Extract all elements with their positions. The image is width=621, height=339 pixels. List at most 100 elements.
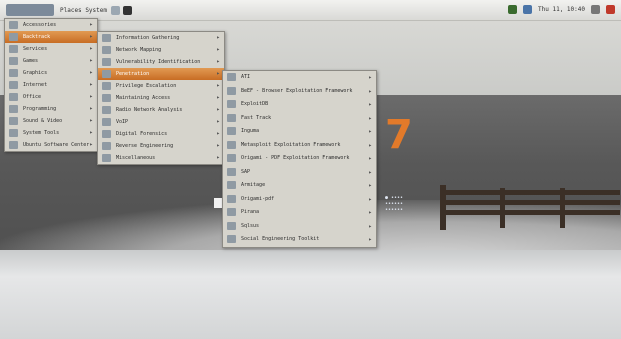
chevron-right-icon: ▸ — [216, 142, 220, 149]
backtrack-menu-item[interactable]: Radio Network Analysis ▸ — [98, 104, 224, 116]
backtrack-menu-item[interactable]: Digital Forensics ▸ — [98, 128, 224, 140]
chevron-right-icon: ▸ — [89, 69, 93, 76]
system-tray: Thu 11, 10:40 — [508, 5, 615, 14]
menu-item-label: Sqlsus — [241, 222, 260, 229]
backtrack-menu-item[interactable]: Penetration ▸ — [98, 68, 224, 80]
menu-item-icon — [227, 154, 236, 162]
chevron-right-icon: ▸ — [216, 34, 220, 41]
apps-menu-item[interactable]: Backtrack ▸ — [5, 31, 97, 43]
menu-item-label: Origami-pdf — [241, 195, 275, 202]
places-menu[interactable]: Places — [60, 7, 82, 14]
penetration-menu-item[interactable]: Origami - PDF Exploitation Framework ▸ — [223, 152, 376, 166]
chevron-right-icon: ▸ — [216, 118, 220, 125]
backtrack-menu-item[interactable]: VoIP ▸ — [98, 116, 224, 128]
backtrack-menu-item[interactable]: Miscellaneous ▸ — [98, 152, 224, 164]
apps-menu-item[interactable]: Accessories ▸ — [5, 19, 97, 31]
apps-menu-item[interactable]: Graphics ▸ — [5, 67, 97, 79]
chevron-right-icon: ▸ — [368, 168, 372, 176]
launcher-icon[interactable] — [110, 6, 120, 15]
apps-menu-item[interactable]: System Tools ▸ — [5, 127, 97, 139]
menu-item-label: Ubuntu Software Center — [23, 142, 90, 148]
penetration-menu-item[interactable]: ExploitDB ▸ — [223, 98, 376, 112]
apps-menu-item[interactable]: Sound & Video ▸ — [5, 115, 97, 127]
chevron-right-icon: ▸ — [89, 33, 93, 40]
menu-item-icon — [102, 142, 111, 150]
penetration-menu-item[interactable]: ATI ▸ — [223, 71, 376, 85]
chevron-right-icon: ▸ — [216, 58, 220, 65]
menu-item-icon — [102, 70, 111, 78]
menu-item-label: VoIP — [116, 119, 129, 125]
terminal-icon[interactable] — [123, 6, 133, 15]
menu-item-icon — [102, 130, 111, 138]
menu-item-label: ExploitDB — [241, 101, 269, 107]
menu-item-icon — [9, 21, 18, 29]
backtrack-menu-item[interactable]: Privilege Escalation ▸ — [98, 80, 224, 92]
chevron-right-icon: ▸ — [216, 82, 220, 89]
chevron-right-icon: ▸ — [368, 74, 372, 81]
menu-item-label: Origami - PDF Exploitation Framework — [241, 155, 350, 161]
chevron-right-icon: ▸ — [368, 182, 372, 189]
volume-icon[interactable] — [591, 5, 600, 14]
menu-item-label: Programming — [23, 106, 57, 112]
backtrack-menu-item[interactable]: Vulnerability Identification ▸ — [98, 56, 224, 68]
battery-icon[interactable] — [523, 5, 533, 14]
penetration-menu-item[interactable]: Fast Track ▸ — [223, 112, 376, 126]
menu-item-label: Services — [23, 46, 48, 52]
menu-item-label: SAP — [241, 168, 251, 175]
penetration-menu-item[interactable]: BeEF - Browser Exploitation Framework ▸ — [223, 85, 376, 99]
menu-item-label: Information Gathering — [116, 35, 180, 41]
network-icon[interactable] — [508, 5, 518, 14]
applications-menu-button[interactable] — [6, 4, 54, 16]
backtrack-submenu: Information Gathering ▸ Network Mapping ▸ Vu… — [97, 31, 225, 165]
penetration-menu-item[interactable]: Sqlsus ▸ — [223, 220, 376, 234]
menu-item-label: Penetration — [116, 71, 150, 77]
chevron-right-icon: ▸ — [368, 209, 372, 216]
menu-item-icon — [227, 113, 236, 122]
chevron-right-icon: ▸ — [368, 114, 372, 122]
chevron-right-icon: ▸ — [368, 236, 372, 243]
menu-item-icon — [9, 105, 18, 113]
penetration-menu-item[interactable]: Armitage ▸ — [223, 179, 376, 193]
apps-menu-item[interactable]: Internet ▸ — [5, 79, 97, 91]
penetration-menu-item[interactable]: Inguma ▸ — [223, 125, 376, 139]
menu-item-icon — [227, 221, 236, 230]
penetration-menu-item[interactable]: SAP ▸ — [223, 166, 376, 180]
menu-item-label: Fast Track — [241, 114, 272, 121]
penetration-menu-item[interactable]: Origami-pdf ▸ — [223, 193, 376, 207]
menu-item-label: Inguma — [241, 128, 260, 134]
chevron-right-icon: ▸ — [89, 93, 93, 100]
menu-item-label: Metasploit Exploitation Framework — [241, 141, 341, 148]
panel-clock[interactable]: Thu 11, 10:40 — [538, 6, 585, 13]
chevron-right-icon: ▸ — [368, 155, 372, 162]
menu-item-icon — [227, 127, 236, 135]
menu-item-label: Accessories — [23, 22, 57, 28]
chevron-right-icon: ▸ — [216, 106, 220, 113]
apps-menu-item[interactable]: Programming ▸ — [5, 103, 97, 115]
menu-item-label: Reverse Engineering — [116, 143, 174, 149]
menu-item-label: Maintaining Access — [116, 95, 171, 101]
penetration-menu-item[interactable]: Social Engineering Toolkit ▸ — [223, 233, 376, 247]
chevron-right-icon: ▸ — [216, 130, 220, 137]
apps-menu-item[interactable]: Games ▸ — [5, 55, 97, 67]
apps-menu-item[interactable]: Office ▸ — [5, 91, 97, 103]
chevron-right-icon: ▸ — [89, 45, 93, 52]
penetration-menu-item[interactable]: Metasploit Exploitation Framework ▸ — [223, 139, 376, 153]
menu-item-label: Social Engineering Toolkit — [241, 236, 320, 242]
backtrack-menu-item[interactable]: Maintaining Access ▸ — [98, 92, 224, 104]
menu-item-icon — [9, 117, 18, 125]
chevron-right-icon: ▸ — [216, 70, 220, 77]
menu-item-label: Backtrack — [23, 34, 51, 40]
penetration-menu-item[interactable]: Pirana ▸ — [223, 206, 376, 220]
menu-item-label: Digital Forensics — [116, 131, 168, 137]
backtrack-menu-item[interactable]: Reverse Engineering ▸ — [98, 140, 224, 152]
menu-item-icon — [9, 129, 18, 137]
backtrack-menu-item[interactable]: Information Gathering ▸ — [98, 32, 224, 44]
backtrack-menu-item[interactable]: Network Mapping ▸ — [98, 44, 224, 56]
chevron-right-icon: ▸ — [89, 81, 93, 88]
system-menu[interactable]: System — [85, 7, 107, 14]
menu-item-icon — [9, 45, 18, 53]
apps-menu-item[interactable]: Ubuntu Software Center ▸ — [5, 139, 97, 151]
power-icon[interactable] — [606, 5, 615, 14]
menu-item-icon — [102, 58, 111, 66]
apps-menu-item[interactable]: Services ▸ — [5, 43, 97, 55]
